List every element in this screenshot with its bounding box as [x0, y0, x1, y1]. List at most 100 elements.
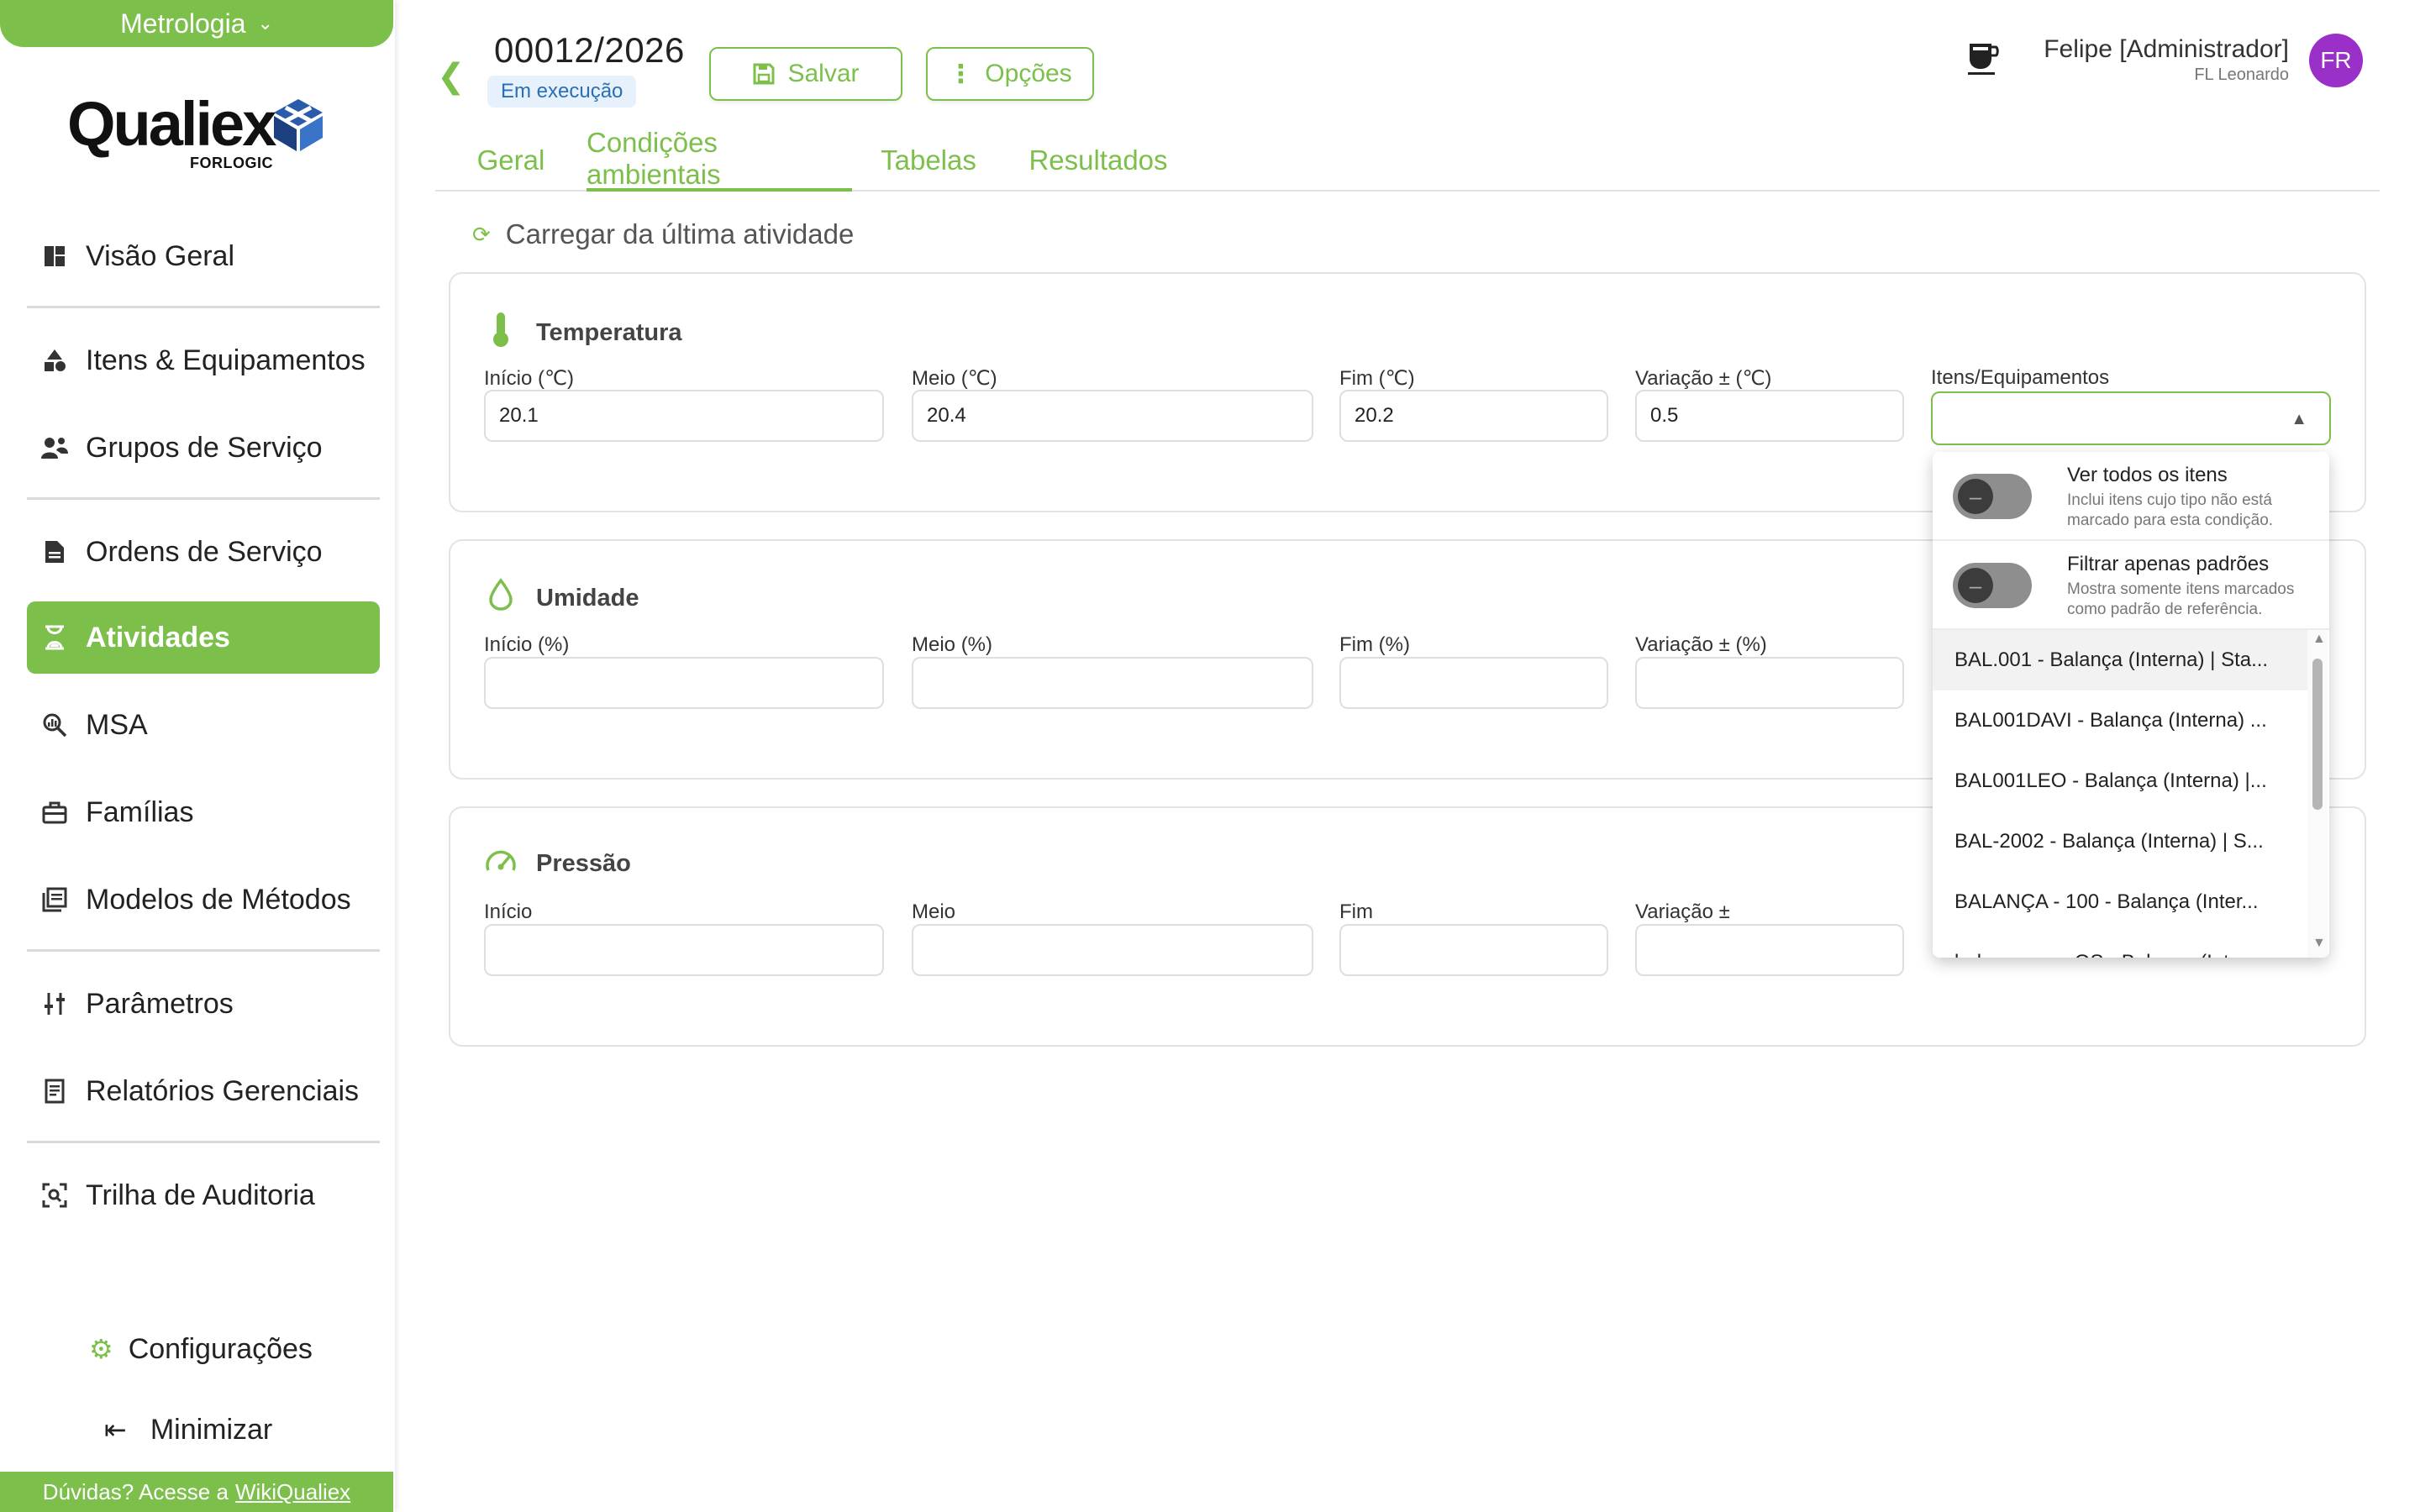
umid-meio-input[interactable]: [912, 657, 1313, 709]
sliders-icon: [40, 990, 69, 1018]
tab-tabelas[interactable]: Tabelas: [852, 129, 1005, 192]
sidebar-item-label: Itens & Equipamentos: [86, 344, 366, 376]
coffee-cup-icon[interactable]: [1966, 39, 2000, 84]
status-badge: Em execução: [487, 76, 637, 108]
sidebar-item-visao-geral[interactable]: Visão Geral: [27, 220, 380, 292]
logo-cube-icon: [274, 99, 323, 151]
user-company: FL Leonardo: [2194, 66, 2289, 84]
config-label: Configurações: [128, 1332, 313, 1365]
water-drop-icon: [484, 578, 518, 619]
scroll-up-icon[interactable]: ▲: [2312, 632, 2326, 647]
field-label: Meio (%): [912, 633, 993, 656]
list-item[interactable]: BAL-2002 - Balança (Interna) | S...: [1933, 811, 2307, 872]
hourglass-icon: [40, 623, 69, 652]
scroll-down-icon[interactable]: ▼: [2312, 936, 2326, 951]
section-title: Pressão: [484, 845, 631, 883]
umid-inicio-input[interactable]: [484, 657, 884, 709]
sidebar-item-atividades[interactable]: Atividades: [27, 601, 380, 674]
temp-inicio-input[interactable]: 20.1: [484, 390, 884, 442]
options-label: Opções: [985, 60, 1072, 87]
sidebar-item-label: MSA: [86, 708, 148, 741]
toolbox-icon: [40, 798, 69, 827]
umid-variacao-input[interactable]: [1635, 657, 1904, 709]
toggle-row-filtrar-padroes: – Filtrar apenas padrões Mostra somente …: [1933, 541, 2329, 630]
refresh-icon: ⟳: [472, 221, 491, 247]
filtrar-padroes-toggle[interactable]: –: [1953, 563, 2032, 608]
sidebar-divider: [27, 306, 380, 308]
umid-fim-input[interactable]: [1339, 657, 1608, 709]
scrollbar[interactable]: ▲ ▼: [2307, 630, 2328, 958]
sidebar-item-familias[interactable]: Famílias: [27, 776, 380, 848]
sidebar-item-itens-equipamentos[interactable]: Itens & Equipamentos: [27, 324, 380, 396]
field-label: Variação ±: [1635, 900, 1730, 923]
wiki-link[interactable]: WikiQualiex: [235, 1479, 350, 1505]
field-label: Fim (℃): [1339, 367, 1415, 390]
sidebar-item-label: Atividades: [86, 621, 230, 654]
reload-last-activity-button[interactable]: ⟳ Carregar da última atividade: [472, 218, 854, 250]
save-button[interactable]: Salvar: [709, 47, 902, 101]
options-button[interactable]: ⋮ Opções: [926, 47, 1094, 101]
sidebar-item-msa[interactable]: MSA: [27, 689, 380, 761]
temp-meio-input[interactable]: 20.4: [912, 390, 1313, 442]
toggle-off-icon: –: [1958, 479, 1993, 514]
sidebar: Metrologia ⌄ Qualiex FORLOGIC Visão Gera…: [0, 0, 395, 1512]
list-item[interactable]: BAL001DAVI - Balança (Interna) ...: [1933, 690, 2307, 751]
sidebar-item-modelos-metodos[interactable]: Modelos de Métodos: [27, 864, 380, 936]
pres-meio-field: Meio: [912, 900, 1313, 978]
avatar[interactable]: FR: [2309, 34, 2363, 87]
dashboard-icon: [40, 242, 69, 270]
list-item[interactable]: BALANÇA - 100 - Balança (Inter...: [1933, 872, 2307, 932]
config-button[interactable]: ⚙ Configurações: [89, 1324, 313, 1374]
sidebar-item-parametros[interactable]: Parâmetros: [27, 968, 380, 1040]
help-bar: Dúvidas? Acesse a WikiQualiex: [0, 1472, 393, 1512]
sidebar-item-label: Modelos de Métodos: [86, 883, 351, 916]
toggle-title: Filtrar apenas padrões: [2067, 553, 2270, 575]
sidebar-item-relatorios[interactable]: Relatórios Gerenciais: [27, 1055, 380, 1127]
user-group-icon: [40, 433, 69, 462]
sidebar-item-grupos-servico[interactable]: Grupos de Serviço: [27, 412, 380, 484]
section-title-label: Temperatura: [536, 319, 682, 346]
report-icon: [40, 1077, 69, 1105]
pres-inicio-input[interactable]: [484, 924, 884, 976]
document-icon: [40, 538, 69, 566]
list-item[interactable]: BAL.001 - Balança (Interna) | Sta...: [1933, 630, 2307, 690]
sidebar-item-trilha-auditoria[interactable]: Trilha de Auditoria: [27, 1159, 380, 1231]
tab-geral[interactable]: Geral: [435, 129, 587, 192]
save-label: Salvar: [787, 60, 860, 87]
field-label: Variação ± (℃): [1635, 367, 1772, 390]
temp-variacao-field: Variação ± (℃) 0.5: [1635, 366, 1904, 444]
temp-meio-field: Meio (℃) 20.4: [912, 366, 1313, 444]
sidebar-item-label: Grupos de Serviço: [86, 431, 323, 464]
pres-meio-input[interactable]: [912, 924, 1313, 976]
sidebar-item-ordens-servico[interactable]: Ordens de Serviço: [27, 516, 380, 588]
user-name[interactable]: Felipe [Administrador]: [2044, 35, 2289, 64]
minimize-button[interactable]: ⇤ Minimizar: [104, 1404, 272, 1455]
toggle-off-icon: –: [1958, 568, 1993, 603]
section-title-label: Pressão: [536, 850, 631, 877]
field-label: Início (%): [484, 633, 570, 656]
pres-fim-input[interactable]: [1339, 924, 1608, 976]
list-item[interactable]: balança com OS - Balança (Inter...: [1933, 932, 2307, 958]
ver-todos-toggle[interactable]: –: [1953, 474, 2032, 519]
sidebar-item-label: Parâmetros: [86, 987, 234, 1020]
scroll-thumb[interactable]: [2312, 659, 2323, 810]
temp-fim-input[interactable]: 20.2: [1339, 390, 1608, 442]
list-item[interactable]: BAL001LEO - Balança (Interna) |...: [1933, 751, 2307, 811]
module-selector[interactable]: Metrologia ⌄: [0, 0, 393, 47]
temp-variacao-input[interactable]: 0.5: [1635, 390, 1904, 442]
toggle-row-ver-todos: – Ver todos os itens Inclui itens cujo t…: [1933, 452, 2329, 541]
field-label: Meio: [912, 900, 956, 923]
sidebar-item-label: Trilha de Auditoria: [86, 1179, 315, 1211]
save-icon: [753, 63, 775, 85]
itens-equipamentos-select[interactable]: ▲: [1931, 391, 2331, 445]
tab-condicoes-ambientais[interactable]: Condições ambientais: [587, 127, 852, 192]
pres-fim-field: Fim: [1339, 900, 1608, 978]
umid-inicio-field: Início (%): [484, 633, 884, 711]
umid-fim-field: Fim (%): [1339, 633, 1608, 711]
tab-resultados[interactable]: Resultados: [1005, 129, 1192, 192]
library-icon: [40, 885, 69, 914]
field-label: Itens/Equipamentos: [1931, 366, 2110, 389]
more-vertical-icon: ⋮: [948, 60, 974, 88]
back-chevron-icon[interactable]: ❮: [437, 57, 466, 96]
pres-variacao-input[interactable]: [1635, 924, 1904, 976]
